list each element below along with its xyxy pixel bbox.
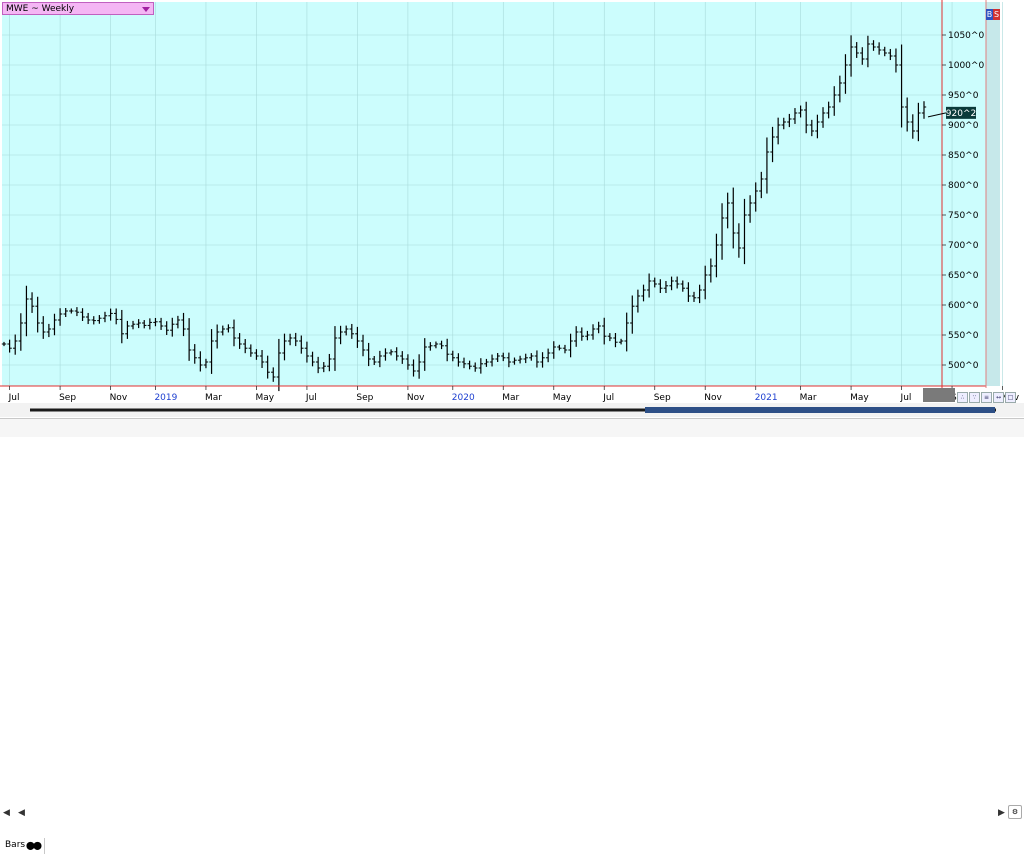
x-tick-label: Jul [8,393,20,403]
symbol-label: MWE ~ Weekly [6,4,75,14]
fit-icon[interactable]: □ [1005,392,1016,403]
x-tick-label: Mar [800,393,817,403]
expand-icon[interactable]: ↔ [993,392,1004,403]
sell-badge[interactable]: S [993,9,1000,20]
x-tick-label: Sep [654,393,671,403]
chart-area[interactable]: 500^0 550^0 600^0 650^0 700^0 750^0 800^0 850^0… [0,0,1024,854]
scroll-start-icon[interactable]: ◀ [3,808,10,818]
y-tick-label: 700^0 [948,241,979,251]
x-tick-label: 2019 [154,393,177,403]
y-tick-label: 550^0 [948,331,979,341]
x-tick-label: Jul [602,393,614,403]
symbol-selector[interactable]: MWE ~ Weekly [2,2,154,15]
y-tick-label: 900^0 [948,121,979,131]
x-tick-label: Mar [502,393,519,403]
y-tick-label: 1000^0 [948,61,984,71]
buy-badge[interactable]: B [986,9,993,20]
x-tick-label: Nov [407,393,425,403]
y-tick-label: 950^0 [948,91,979,101]
x-tick-label: 2021 [755,393,778,403]
scroll-track[interactable] [0,403,1024,417]
x-tick-label: Nov [704,393,722,403]
y-tick-label: 750^0 [948,211,979,221]
x-tick-label: Mar [205,393,222,403]
x-tick-label: May [850,393,869,403]
tab-separator [44,838,45,854]
right-axis-strip [986,2,1000,386]
bars-tab-label[interactable]: Bars [5,840,25,850]
scroll-thumb[interactable] [645,407,995,413]
scroll-right-icon[interactable]: ▶ [998,808,1005,818]
settings-icon[interactable]: ⚙ [1008,805,1022,819]
bars-tab-icon[interactable]: ⬤⬤ [26,841,42,850]
x-tick-label: Jul [900,393,912,403]
x-tick-label: Sep [356,393,373,403]
y-tick-label: 650^0 [948,271,979,281]
buy-sell-badge[interactable]: B S [986,9,1000,20]
y-tick-label: 800^0 [948,181,979,191]
dropdown-arrow-icon[interactable] [142,7,150,12]
last-price-label: 920^2 [946,109,976,119]
x-tick-label: Jul [305,393,317,403]
x-tick-label: May [553,393,572,403]
bar-spacing-icon[interactable]: ≡ [981,392,992,403]
zoom-out-icon[interactable]: ∵ [969,392,980,403]
plot-background [2,2,942,386]
date-axis-marker [923,388,955,402]
y-tick-label: 500^0 [948,361,979,371]
zoom-in-icon[interactable]: ∴ [957,392,968,403]
price-chart[interactable]: 500^0 550^0 600^0 650^0 700^0 750^0 800^0 850^0… [0,0,1024,436]
x-tick-label: Nov [110,393,128,403]
right-axis-background [942,2,986,386]
scrollbar[interactable]: ◀ ◀ ▶ ⚙ [0,403,1024,819]
x-tick-label: 2020 [452,393,475,403]
x-tick-label: May [255,393,274,403]
y-tick-label: 600^0 [948,301,979,311]
y-tick-label: 1050^0 [948,31,984,41]
y-tick-label: 850^0 [948,151,979,161]
scroll-left-icon[interactable]: ◀ [18,808,25,818]
bottom-tabs-bar: Bars ⬤⬤ [0,418,1024,854]
x-tick-label: Sep [59,393,76,403]
